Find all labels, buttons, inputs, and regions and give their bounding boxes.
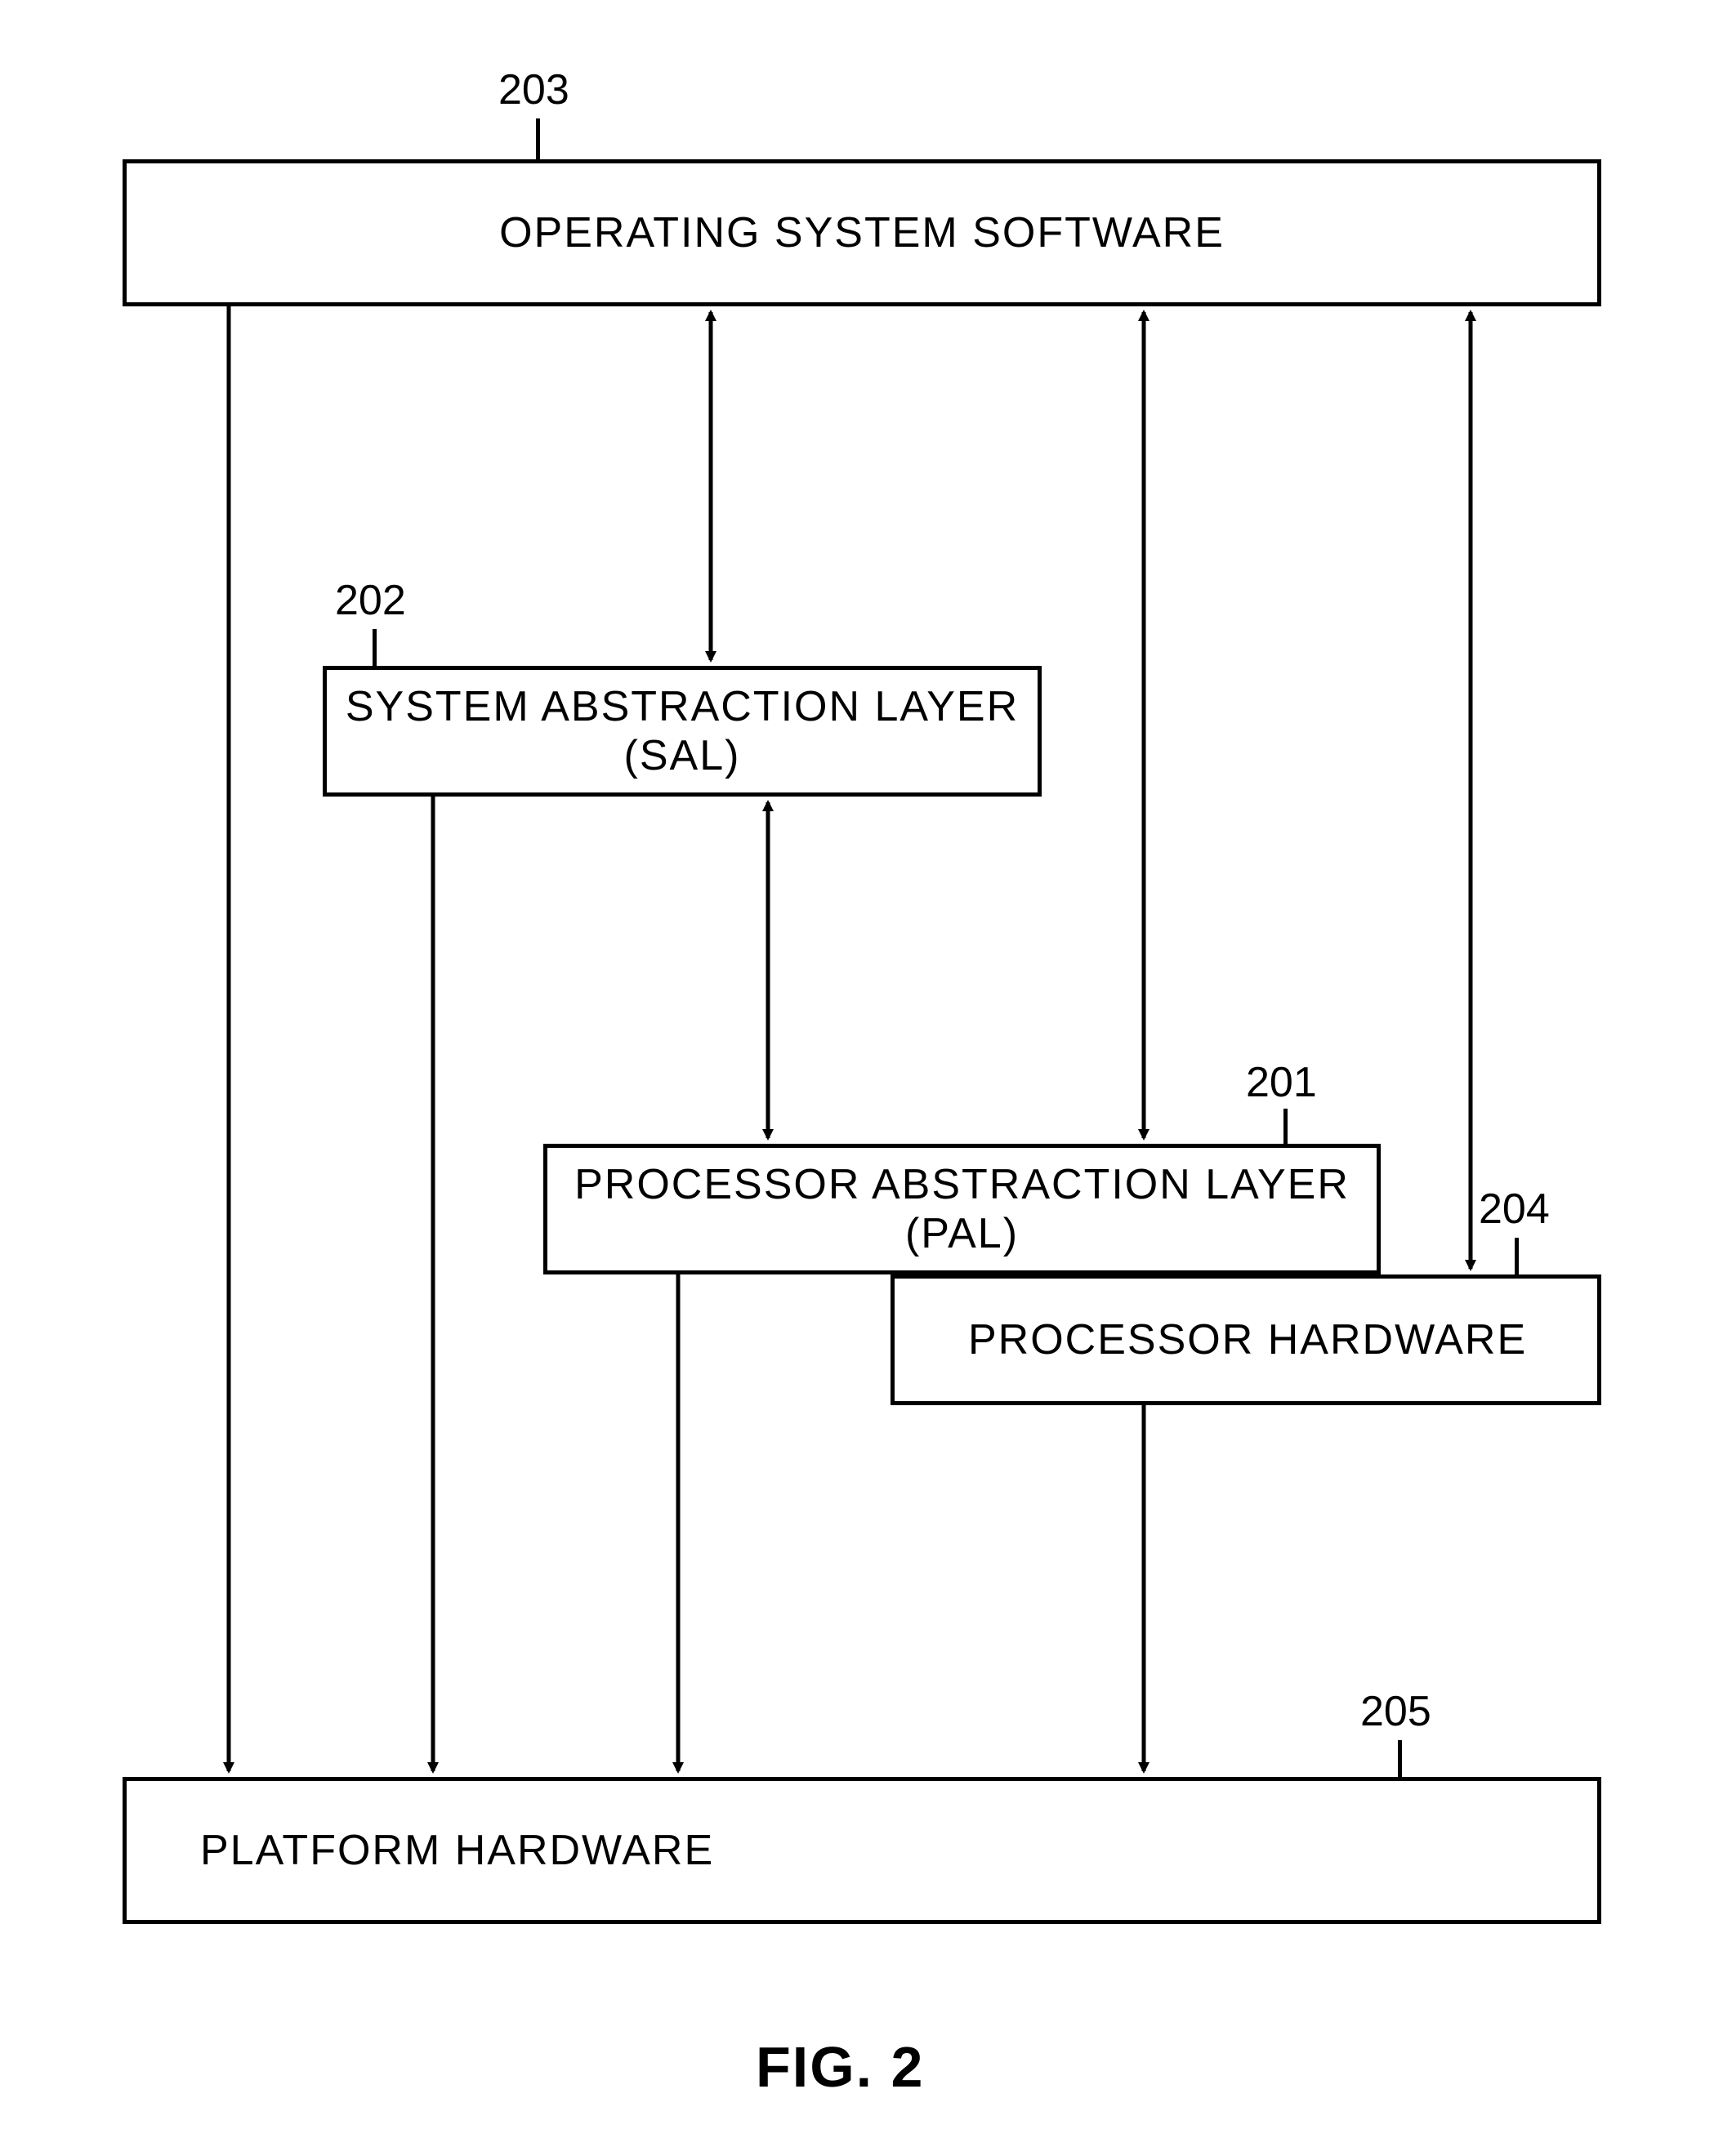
arrows-svg [0, 0, 1732, 2156]
diagram-stage: OPERATING SYSTEM SOFTWARE SYSTEM ABSTRAC… [0, 0, 1732, 2156]
